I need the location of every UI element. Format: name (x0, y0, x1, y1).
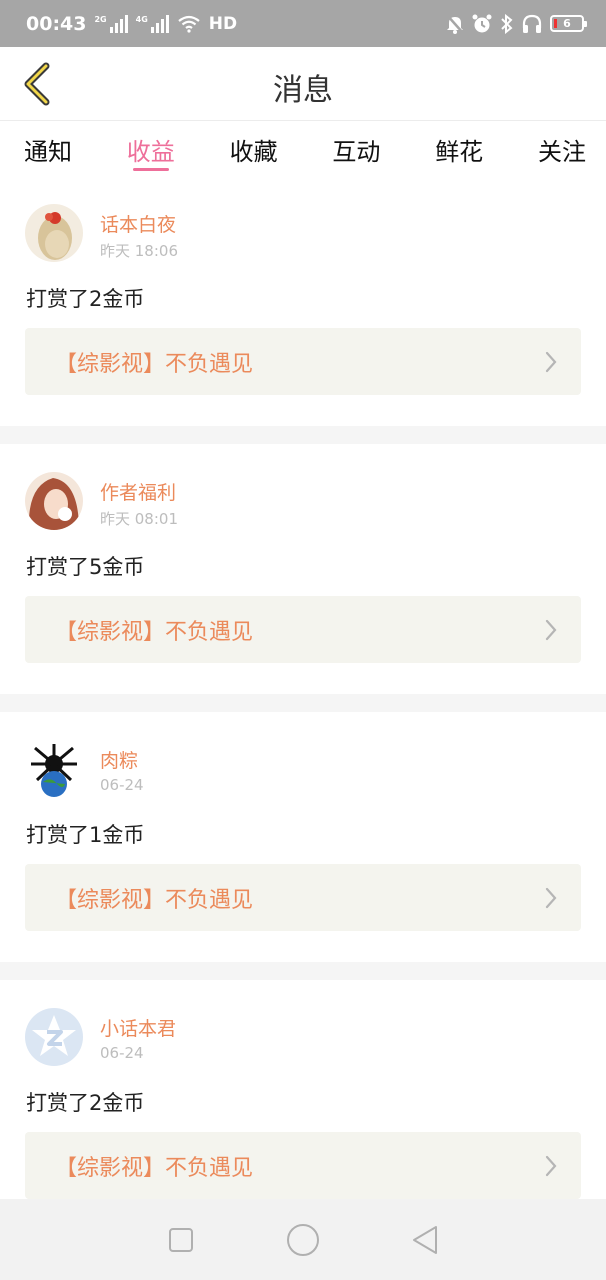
message-list: 话本白夜 昨天 18:06 打赏了2金币 【综影视】不负遇见 作者福利 昨天 0… (0, 176, 606, 1248)
sender-name: 肉粽 (100, 750, 139, 772)
message-text: 打赏了2金币 (26, 1091, 145, 1115)
list-separator (0, 962, 606, 980)
avatar[interactable] (25, 472, 83, 530)
sender-name: 话本白夜 (100, 214, 177, 236)
message-card: 话本白夜 昨天 18:06 打赏了2金币 【综影视】不负遇见 (0, 176, 606, 426)
signal-icon: 4G (135, 14, 169, 33)
book-link[interactable]: 【综影视】不负遇见 (25, 328, 581, 395)
message-card: 作者福利 昨天 08:01 打赏了5金币 【综影视】不负遇见 (0, 444, 606, 694)
chevron-right-icon (545, 887, 557, 908)
message-time: 昨天 08:01 (100, 510, 178, 528)
battery-icon: 6 (550, 15, 587, 32)
avatar[interactable] (25, 1008, 83, 1066)
recent-apps-button[interactable] (161, 1220, 201, 1260)
app-header: 消息 (0, 47, 606, 121)
signal-icon: 2G (94, 14, 128, 33)
square-icon (169, 1227, 193, 1252)
tab-following[interactable]: 关注 (538, 122, 586, 176)
tab-bar: 通知 收益 收藏 互动 鲜花 关注 (0, 122, 606, 176)
list-separator (0, 694, 606, 712)
system-nav-bar (0, 1199, 606, 1280)
book-title: 【综影视】不负遇见 (55, 351, 254, 377)
message-time: 06-24 (100, 776, 144, 794)
circle-icon (287, 1223, 319, 1256)
chevron-right-icon (545, 1155, 557, 1176)
avatar[interactable] (25, 204, 83, 262)
tab-interactions[interactable]: 互动 (332, 122, 380, 176)
tab-earnings[interactable]: 收益 (127, 122, 175, 176)
tab-notifications[interactable]: 通知 (24, 122, 72, 176)
book-link[interactable]: 【综影视】不负遇见 (25, 1132, 581, 1199)
chevron-right-icon (545, 619, 557, 640)
home-button[interactable] (283, 1220, 323, 1260)
message-card: 小话本君 06-24 打赏了2金币 【综影视】不负遇见 (0, 980, 606, 1230)
chevron-right-icon (545, 351, 557, 372)
message-time: 昨天 18:06 (100, 242, 178, 260)
wifi-icon (178, 15, 200, 33)
message-text: 打赏了1金币 (26, 823, 145, 847)
message-text: 打赏了5金币 (26, 555, 145, 579)
list-separator (0, 426, 606, 444)
headphones-icon (522, 14, 542, 33)
bluetooth-icon (501, 13, 513, 34)
message-text: 打赏了2金币 (26, 287, 145, 311)
triangle-back-icon (413, 1225, 437, 1254)
book-title: 【综影视】不负遇见 (55, 887, 254, 913)
network-type-label: 4G (135, 14, 148, 24)
tab-flowers[interactable]: 鲜花 (435, 122, 483, 176)
book-link[interactable]: 【综影视】不负遇见 (25, 864, 581, 931)
battery-level: 6 (563, 17, 571, 30)
status-right: 6 (446, 13, 587, 34)
page-title: 消息 (273, 73, 333, 108)
sender-name: 小话本君 (100, 1018, 177, 1040)
status-left: 00:43 2G 4G HD (26, 13, 237, 35)
status-bar: 00:43 2G 4G HD 6 (0, 0, 606, 47)
bell-off-icon (446, 13, 464, 34)
status-time: 00:43 (26, 12, 87, 35)
alarm-icon (472, 14, 492, 32)
message-card: 肉粽 06-24 打赏了1金币 【综影视】不负遇见 (0, 712, 606, 962)
book-title: 【综影视】不负遇见 (55, 619, 254, 645)
avatar[interactable] (25, 740, 83, 798)
book-link[interactable]: 【综影视】不负遇见 (25, 596, 581, 663)
sender-name: 作者福利 (100, 482, 177, 504)
hd-label: HD (208, 13, 238, 34)
message-time: 06-24 (100, 1044, 144, 1062)
tab-favorites[interactable]: 收藏 (230, 122, 278, 176)
back-nav-button[interactable] (405, 1220, 445, 1260)
book-title: 【综影视】不负遇见 (55, 1155, 254, 1181)
network-type-label: 2G (94, 14, 107, 24)
